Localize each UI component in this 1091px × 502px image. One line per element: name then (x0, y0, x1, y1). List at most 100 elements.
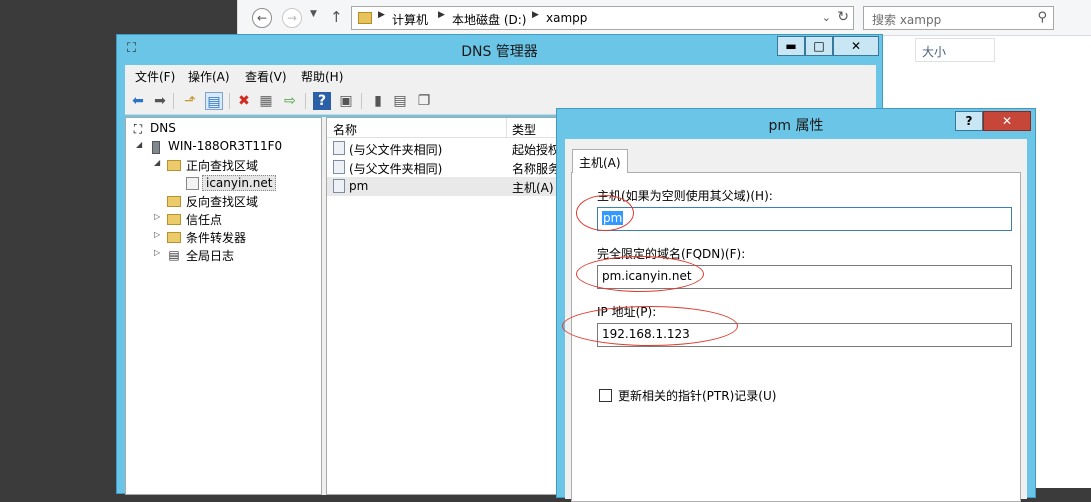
zone-icon (184, 176, 200, 193)
window-title: DNS 管理器 (461, 44, 538, 60)
folder-icon (358, 12, 372, 24)
forward-arrow-icon[interactable]: ➡ (151, 92, 169, 110)
delete-icon[interactable]: ✖ (235, 92, 253, 110)
back-arrow-icon[interactable]: ⬅ (129, 92, 147, 110)
forward-arrow-icon[interactable]: → (282, 8, 302, 28)
record-type: 主机(A) (512, 181, 554, 195)
minimize-button[interactable]: ▬ (777, 36, 805, 56)
record-name: (与父文件夹相同) (349, 162, 443, 176)
tree-item-reverse-zones[interactable]: 反向查找区域 (126, 192, 316, 210)
toolbar-separator (361, 93, 362, 109)
ip-label: IP 地址(P): (597, 305, 657, 319)
toolbar-separator (305, 93, 306, 109)
help-icon[interactable]: ? (313, 92, 331, 110)
record-type: 起始授权 (512, 143, 561, 157)
folder-icon (166, 212, 182, 228)
host-value: pm (602, 211, 624, 225)
tree-label: 反向查找区域 (186, 195, 259, 209)
expand-icon[interactable]: ▷ (154, 212, 164, 221)
chevron-down-icon[interactable]: ▼ (310, 9, 317, 19)
record-name: (与父文件夹相同) (349, 143, 443, 157)
back-arrow-icon[interactable]: ← (252, 8, 272, 28)
search-input[interactable]: 搜索 xampp ⚲ (863, 6, 1054, 30)
column-header-size[interactable]: 大小 (915, 38, 995, 62)
column-header-type[interactable]: 类型 (512, 121, 536, 138)
server-icon (148, 140, 164, 157)
properties-dialog: pm 属性 ? ✕ 主机(A) 主机(如果为空则使用其父域)(H): pm 完全… (556, 108, 1036, 502)
collapse-icon[interactable]: ◢ (136, 140, 146, 149)
tree-item-trust-points[interactable]: ▷ 信任点 (126, 210, 316, 228)
refresh-icon[interactable]: ↻ (837, 9, 849, 25)
tree-pane: ⛶ DNS ◢ WIN-188OR3T11F0 ◢ 正向查找区域 icanyin… (125, 117, 322, 495)
tree-item-conditional-forwarders[interactable]: ▷ 条件转发器 (126, 228, 316, 246)
show-hide-tree-icon[interactable]: ▤ (205, 92, 223, 110)
close-button[interactable]: ✕ (833, 36, 879, 56)
chevron-right-icon: ▶ (378, 10, 385, 20)
tree-item-forward-zones[interactable]: ◢ 正向查找区域 (126, 156, 316, 174)
column-header-name[interactable]: 名称 (333, 121, 357, 138)
search-placeholder: 搜索 xampp (872, 13, 942, 27)
up-folder-icon[interactable]: ⬏ (181, 92, 199, 110)
tree-label: 全局日志 (186, 249, 235, 263)
tree-item-global-logs[interactable]: ▷ ▤ 全局日志 (126, 246, 316, 264)
menu-file[interactable]: 文件(F) (135, 68, 175, 85)
dns-root-icon: ⛶ (133, 122, 143, 136)
breadcrumb-computer[interactable]: 计算机 (392, 11, 428, 28)
menu-help[interactable]: 帮助(H) (301, 68, 343, 85)
tab-host[interactable]: 主机(A) (572, 149, 628, 173)
toolbar-separator (173, 93, 174, 109)
export-icon[interactable]: ⇨ (281, 92, 299, 110)
properties-icon[interactable]: ▦ (257, 92, 275, 110)
fqdn-label: 完全限定的域名(FQDN)(F): (597, 247, 746, 261)
copy-icon[interactable]: ❐ (415, 92, 433, 110)
breadcrumb-drive[interactable]: 本地磁盘 (D:) (452, 11, 526, 28)
close-button[interactable]: ✕ (983, 111, 1031, 131)
tree-label: 正向查找区域 (186, 159, 259, 173)
menu-view[interactable]: 查看(V) (245, 68, 287, 85)
breadcrumb-xampp[interactable]: xampp (546, 11, 587, 25)
server-icon[interactable]: ▮ (369, 92, 387, 110)
tree-item-zone[interactable]: icanyin.net (126, 174, 316, 192)
record-list-icon[interactable]: ▤ (391, 92, 409, 110)
ip-address-field[interactable]: 192.168.1.123 (597, 323, 1012, 347)
host-label: 主机(如果为空则使用其父域)(H): (597, 189, 773, 203)
tree-label: WIN-188OR3T11F0 (168, 139, 283, 153)
toolbar-separator (229, 93, 230, 109)
tree-label: icanyin.net (202, 175, 277, 191)
record-icon (333, 141, 345, 155)
record-icon (333, 160, 345, 174)
menu-bar: 文件(F) 操作(A) 查看(V) 帮助(H) (125, 65, 876, 87)
ip-value: 192.168.1.123 (602, 327, 690, 341)
title-bar[interactable]: ⛶ DNS 管理器 ▬ □ ✕ (117, 35, 882, 63)
column-separator[interactable] (506, 118, 507, 138)
help-button[interactable]: ? (955, 111, 983, 131)
folder-icon (166, 194, 182, 210)
expand-icon[interactable]: ▷ (154, 248, 164, 257)
explorer-toolbar: ← → ▼ ↑ ▶ 计算机 ▶ 本地磁盘 (D:) ▶ xampp ⌄ ↻ 搜索… (238, 0, 1091, 36)
tree-label: DNS (150, 121, 176, 135)
chevron-down-icon[interactable]: ⌄ (822, 11, 831, 24)
record-icon (333, 179, 345, 193)
collapse-icon[interactable]: ◢ (154, 158, 164, 167)
fqdn-value: pm.icanyin.net (602, 269, 692, 283)
dialog-body: 主机(A) 主机(如果为空则使用其父域)(H): pm 完全限定的域名(FQDN… (565, 139, 1027, 502)
record-name: pm (349, 179, 369, 193)
address-bar[interactable]: ▶ 计算机 ▶ 本地磁盘 (D:) ▶ xampp ⌄ ↻ (351, 6, 854, 30)
console-icon[interactable]: ▣ (337, 92, 355, 110)
up-arrow-icon[interactable]: ↑ (330, 8, 343, 26)
maximize-button[interactable]: □ (805, 36, 833, 56)
tree-label: 条件转发器 (186, 231, 247, 245)
tree-item-dns[interactable]: ⛶ DNS (126, 120, 316, 138)
ptr-label[interactable]: 更新相关的指针(PTR)记录(U) (618, 387, 776, 404)
search-icon[interactable]: ⚲ (1037, 10, 1047, 25)
record-type: 名称服务 (512, 162, 561, 176)
tree-label: 信任点 (186, 213, 223, 227)
host-field[interactable]: pm (597, 207, 1012, 231)
log-icon: ▤ (168, 248, 180, 262)
folder-icon (166, 158, 182, 174)
tree-item-server[interactable]: ◢ WIN-188OR3T11F0 (126, 138, 316, 156)
fqdn-field[interactable]: pm.icanyin.net (597, 265, 1012, 289)
ptr-checkbox[interactable] (599, 389, 612, 402)
menu-action[interactable]: 操作(A) (188, 68, 230, 85)
expand-icon[interactable]: ▷ (154, 230, 164, 239)
